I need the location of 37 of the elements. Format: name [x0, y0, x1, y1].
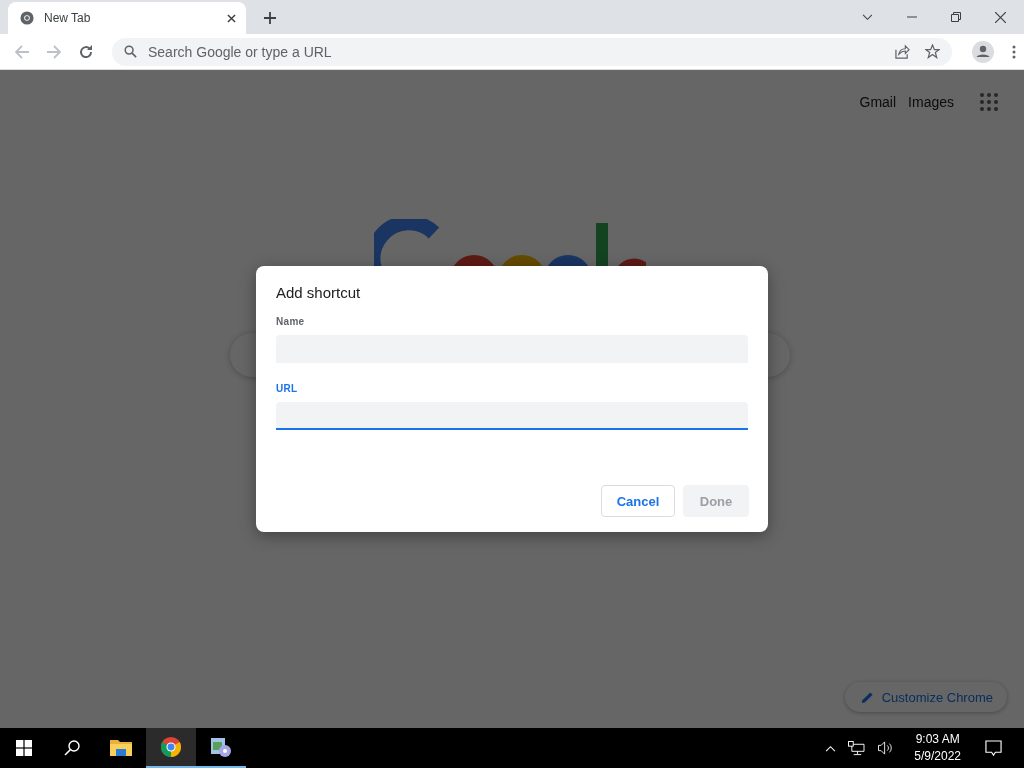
customize-chrome-button[interactable]: Customize Chrome: [844, 682, 1007, 712]
address-field[interactable]: Search Google or type a URL: [146, 42, 450, 61]
clock-date: 5/9/2022: [914, 748, 961, 765]
tab-search-icon[interactable]: [862, 13, 873, 21]
search-icon: [64, 740, 80, 756]
chrome-icon: [20, 11, 34, 25]
field-label: URL: [276, 383, 298, 394]
cancel-button[interactable]: Cancel: [601, 485, 675, 517]
apps-grid-icon[interactable]: [980, 93, 998, 111]
chrome-icon: [160, 736, 182, 758]
volume-icon[interactable]: [877, 741, 895, 755]
restore-icon[interactable]: [951, 12, 961, 22]
dialog-title: Add shortcut: [276, 284, 362, 301]
reload-icon[interactable]: [78, 43, 94, 60]
notifications-icon[interactable]: [985, 739, 1002, 757]
profile-icon[interactable]: [972, 40, 994, 63]
clock-time: 9:03 AM: [915, 731, 960, 748]
pencil-icon: [860, 690, 874, 704]
header-link[interactable]: Images: [908, 94, 954, 110]
windows-logo-icon: [16, 740, 32, 756]
menu-icon[interactable]: [1012, 44, 1016, 59]
folder-icon: [110, 738, 132, 756]
input-field[interactable]: [276, 402, 748, 430]
network-icon[interactable]: [848, 740, 866, 756]
taskbar-app-button[interactable]: [146, 728, 196, 768]
bookmark-star-icon[interactable]: [925, 44, 940, 59]
search-icon: [124, 45, 137, 58]
share-icon[interactable]: [895, 44, 910, 59]
close-icon[interactable]: [995, 11, 1006, 23]
app-icon: [210, 736, 232, 758]
browser-tab[interactable]: New Tab: [8, 2, 246, 34]
field-label: Name: [276, 316, 305, 327]
new-tab-icon[interactable]: [264, 12, 276, 24]
close-tab-icon[interactable]: [227, 13, 236, 23]
header-link[interactable]: Gmail: [859, 94, 897, 110]
clock[interactable]: 9:03 AM 5/9/2022: [908, 731, 967, 765]
show-hidden-icons-icon[interactable]: [825, 744, 837, 752]
